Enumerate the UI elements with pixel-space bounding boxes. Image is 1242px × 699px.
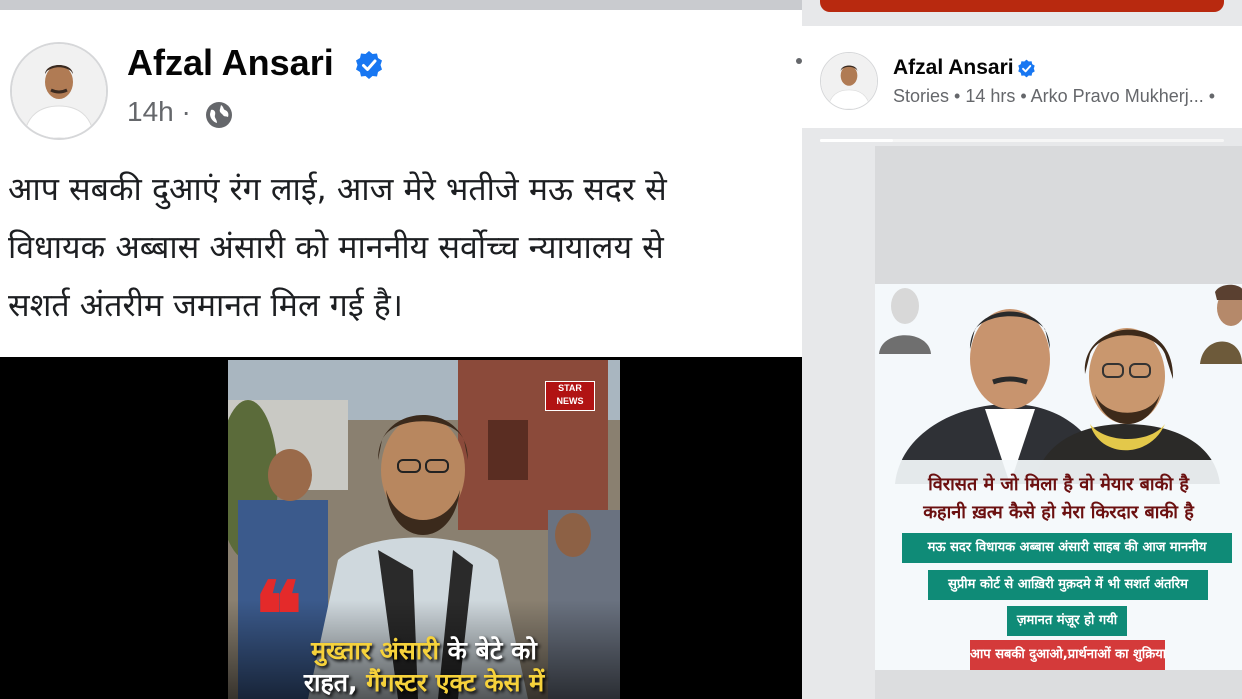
story-header: Afzal Ansari Stories • 14 hrs • Arko Pra… [802, 26, 1242, 128]
caption-text: के बेटे को [438, 636, 537, 665]
story-author-name[interactable]: Afzal Ansari [893, 56, 1014, 80]
avatar-portrait-icon [12, 44, 106, 138]
story-author-avatar[interactable] [820, 52, 878, 110]
caption-highlight: गैंगस्टर एक्ट केस में [366, 668, 545, 697]
poster-strip: सुप्रीम कोर्ट से आख़िरी मुक़दमे में भी स… [928, 570, 1208, 600]
post-text-line: विधायक अब्बास अंसारी को माननीय सर्वोच्च … [8, 228, 664, 266]
poster-strip-thanks: आप सबकी दुआओ,प्रार्थनाओं का शुक्रिया [970, 640, 1166, 670]
video-caption-line1: मुख्तार अंसारी के बेटे को [228, 633, 620, 667]
facebook-post-panel: Afzal Ansari 14h · आप सबकी दुआएं रंग लाई… [0, 0, 802, 699]
top-bar [0, 0, 802, 10]
poster-strip: ज़मानत मंज़ूर हो गयी [1007, 606, 1127, 636]
post-text-line: आप सबकी दुआएं रंग लाई, आज मेरे भतीजे मऊ … [8, 170, 667, 208]
post-time[interactable]: 14h [127, 96, 174, 127]
story-background [875, 670, 1242, 699]
previous-story-strip[interactable] [820, 0, 1224, 12]
post-text: आप सबकी दुआएं रंग लाई, आज मेरे भतीजे मऊ … [8, 160, 798, 334]
poster-shayari-line1: विरासत मे जो मिला है वो मेयार बाकी है [928, 474, 1189, 495]
story-poster[interactable]: विरासत मे जो मिला है वो मेयार बाकी है कह… [875, 284, 1242, 670]
verified-badge-icon [356, 51, 382, 79]
poster-strip: मऊ सदर विधायक अब्बास अंसारी साहब की आज म… [902, 533, 1232, 563]
story-progress-fill [820, 139, 893, 142]
story-background [875, 146, 1242, 284]
author-name[interactable]: Afzal Ansari [127, 42, 334, 84]
post-text-line: सशर्त अंतरीम जमानत मिल गई है। [8, 286, 403, 324]
author-avatar[interactable] [10, 42, 108, 140]
avatar-portrait-icon [821, 53, 877, 109]
caption-text: राहत, [303, 668, 367, 697]
poster-shayari-line2: कहानी ख़त्म कैसे हो मेरा किरदार बाकी है [923, 502, 1194, 523]
story-panel: Afzal Ansari Stories • 14 hrs • Arko Pra… [802, 0, 1242, 699]
public-globe-icon[interactable] [204, 100, 234, 130]
meta-separator: · [181, 96, 191, 127]
story-meta: Stories • 14 hrs • Arko Pravo Mukherj...… [893, 86, 1216, 106]
caption-highlight: मुख्तार अंसारी [311, 636, 439, 665]
channel-logo: STAR NEWS [545, 381, 595, 411]
video-caption-line2: राहत, गैंगस्टर एक्ट केस में [228, 665, 620, 699]
verified-badge-icon [1018, 59, 1035, 78]
post-meta: 14h · [127, 96, 191, 128]
